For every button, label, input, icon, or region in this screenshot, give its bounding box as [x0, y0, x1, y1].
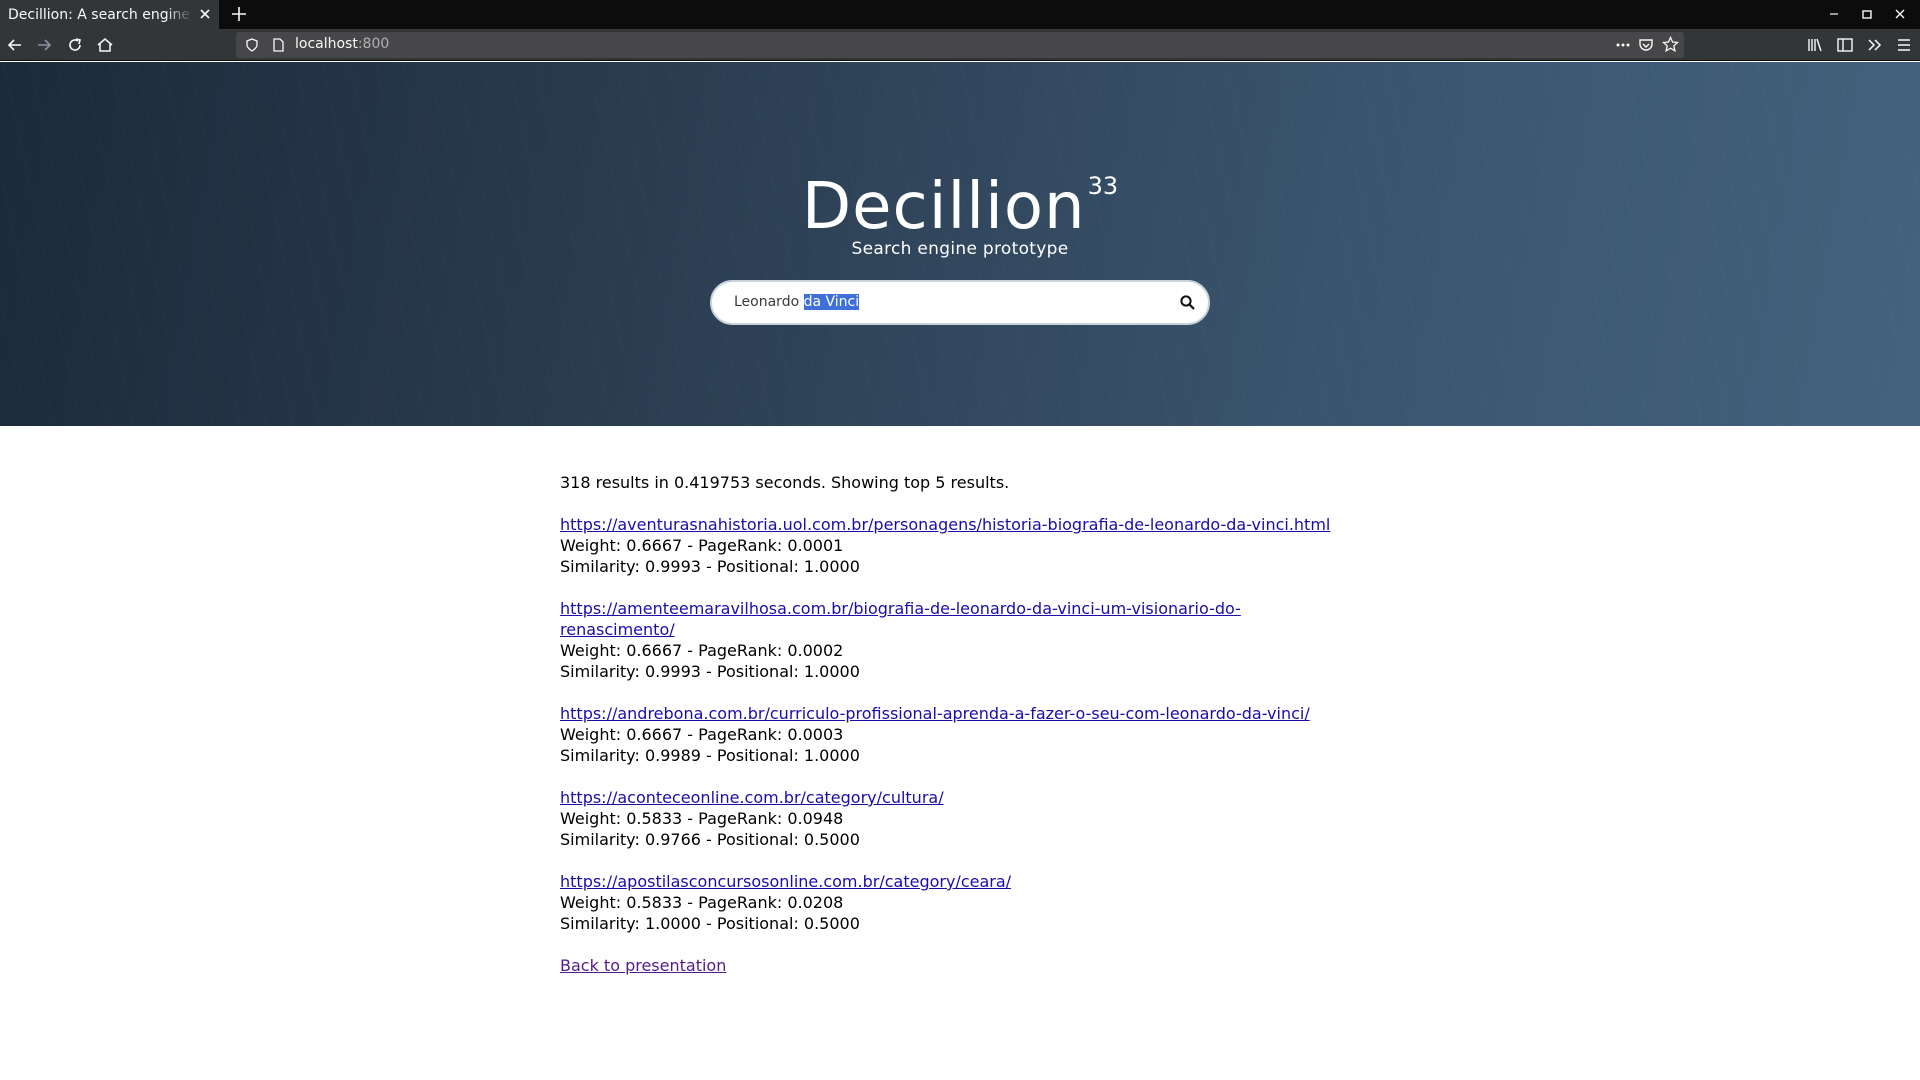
overflow-chevron-icon[interactable] [1866, 36, 1884, 54]
maximize-icon[interactable] [1860, 7, 1874, 21]
result-link[interactable]: https://aventurasnahistoria.uol.com.br/p… [560, 514, 1350, 535]
hamburger-menu-icon[interactable] [1895, 36, 1913, 54]
result-similarity-positional: Similarity: 0.9989 - Positional: 1.0000 [560, 746, 860, 765]
nav-toolbar: localhost:800 [0, 29, 1920, 61]
result-link[interactable]: https://aconteceonline.com.br/category/c… [560, 787, 1350, 808]
result-similarity-positional: Similarity: 0.9766 - Positional: 0.5000 [560, 830, 860, 849]
result-link[interactable]: https://apostilasconcursosonline.com.br/… [560, 871, 1350, 892]
tab-title: Decillion: A search engine p [8, 6, 193, 23]
search-icon[interactable] [1179, 294, 1196, 311]
reload-icon[interactable] [66, 36, 84, 54]
home-icon[interactable] [96, 36, 114, 54]
site-title-text: Decillion [801, 170, 1086, 244]
search-input-text: Leonardo [734, 294, 804, 310]
new-tab-icon[interactable] [230, 5, 248, 23]
result-link[interactable]: https://amenteemaravilhosa.com.br/biogra… [560, 598, 1270, 640]
search-box[interactable]: Leonardo da Vinci [710, 280, 1210, 325]
result-item: https://andrebona.com.br/curriculo-profi… [560, 703, 1460, 766]
site-title-superscript: 33 [1087, 172, 1119, 200]
results-section: 318 results in 0.419753 seconds. Showing… [560, 472, 1460, 976]
tab-bar: Decillion: A search engine p [0, 0, 1920, 29]
result-weight-pagerank: Weight: 0.6667 - PageRank: 0.0003 [560, 725, 844, 744]
close-tab-icon[interactable] [197, 6, 213, 22]
site-subtitle: Search engine prototype [851, 239, 1069, 259]
back-to-presentation-link[interactable]: Back to presentation [560, 956, 726, 975]
result-item: https://apostilasconcursosonline.com.br/… [560, 871, 1460, 934]
bookmark-star-icon[interactable] [1662, 36, 1679, 53]
url-text[interactable]: localhost:800 [295, 36, 389, 52]
pocket-icon[interactable] [1638, 37, 1654, 53]
hero-banner: Decillion33 Search engine prototype Leon… [0, 62, 1920, 426]
shield-icon[interactable] [244, 37, 260, 53]
url-port: :800 [357, 36, 390, 52]
page-icon[interactable] [270, 37, 286, 53]
result-item: https://aventurasnahistoria.uol.com.br/p… [560, 514, 1460, 577]
result-item: https://aconteceonline.com.br/category/c… [560, 787, 1460, 850]
search-input[interactable]: Leonardo da Vinci [734, 294, 860, 310]
back-arrow-icon[interactable] [6, 36, 24, 54]
more-actions-icon[interactable] [1614, 37, 1632, 53]
result-link[interactable]: https://andrebona.com.br/curriculo-profi… [560, 703, 1350, 724]
url-bar[interactable]: localhost:800 [236, 32, 1684, 58]
result-item: https://amenteemaravilhosa.com.br/biogra… [560, 598, 1460, 682]
result-similarity-positional: Similarity: 0.9993 - Positional: 1.0000 [560, 557, 860, 576]
result-weight-pagerank: Weight: 0.5833 - PageRank: 0.0948 [560, 809, 844, 828]
result-weight-pagerank: Weight: 0.6667 - PageRank: 0.0002 [560, 641, 844, 660]
result-weight-pagerank: Weight: 0.6667 - PageRank: 0.0001 [560, 536, 844, 555]
active-tab[interactable]: Decillion: A search engine p [0, 0, 219, 29]
sidebar-icon[interactable] [1836, 36, 1854, 54]
library-icon[interactable] [1806, 36, 1824, 54]
minimize-icon[interactable] [1827, 7, 1841, 21]
result-similarity-positional: Similarity: 0.9993 - Positional: 1.0000 [560, 662, 860, 681]
results-summary: 318 results in 0.419753 seconds. Showing… [560, 473, 1010, 492]
result-weight-pagerank: Weight: 0.5833 - PageRank: 0.0208 [560, 893, 844, 912]
site-title: Decillion33 [0, 170, 1920, 244]
result-similarity-positional: Similarity: 1.0000 - Positional: 0.5000 [560, 914, 860, 933]
search-input-selection: da Vinci [803, 294, 860, 310]
close-window-icon[interactable] [1893, 7, 1907, 21]
forward-arrow-icon[interactable] [35, 36, 53, 54]
url-host: localhost [295, 36, 358, 52]
